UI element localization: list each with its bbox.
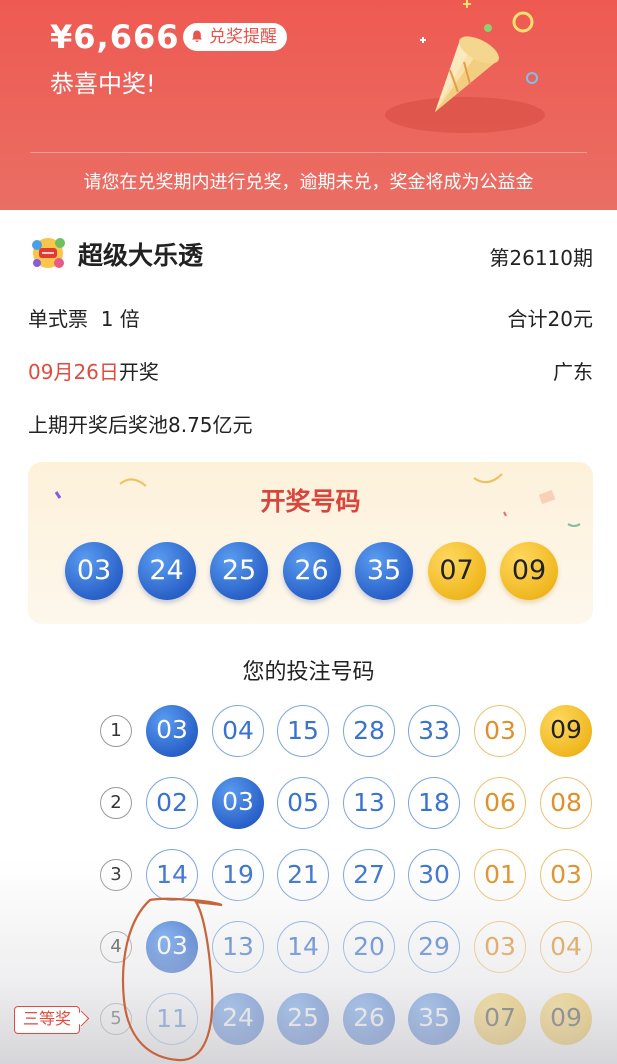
lottery-logo-icon <box>32 238 65 268</box>
my-picks-title: 您的投注号码 <box>242 660 375 685</box>
pick-front-ball: 02 <box>146 777 198 829</box>
pick-front-ball: 14 <box>146 849 198 901</box>
prize-level-tag: 三等奖 <box>14 1006 81 1034</box>
pick-front-ball: 21 <box>277 849 329 901</box>
pick-front-ball: 20 <box>343 921 395 973</box>
pick-front-ball: 19 <box>212 849 264 901</box>
pick-index: 4 <box>100 931 132 963</box>
pick-index: 2 <box>100 787 132 819</box>
pick-front-ball: 29 <box>408 921 460 973</box>
prize-amount: ¥6,666 <box>50 18 180 56</box>
issue-number: 第26110期 <box>489 246 593 270</box>
pick-front-ball: 28 <box>343 705 395 757</box>
pick-back-ball: 08 <box>540 777 592 829</box>
pick-front-ball: 03 <box>146 921 198 973</box>
prize-header: ¥6,666 兑奖提醒 恭喜中奖! 请您在兑奖期内进行兑奖，逾期未兑，奖金将成为… <box>0 0 617 210</box>
draw-date: 09月26日 <box>28 360 119 384</box>
draw-front-ball: 03 <box>65 542 123 600</box>
pick-back-ball: 01 <box>474 849 526 901</box>
party-popper-icon <box>385 0 545 133</box>
draw-front-ball: 24 <box>137 542 196 600</box>
pick-back-ball: 06 <box>474 777 526 829</box>
pick-front-ball: 24 <box>212 993 264 1045</box>
ticket-total: 合计20元 <box>507 307 593 331</box>
pick-front-ball: 35 <box>408 993 460 1045</box>
pick-back-ball: 09 <box>540 705 592 757</box>
congrats-text: 恭喜中奖! <box>50 70 156 98</box>
draw-front-ball: 35 <box>355 542 413 600</box>
draw-back-ball: 07 <box>427 542 486 600</box>
prize-pool: 上期开奖后奖池8.75亿元 <box>28 413 253 437</box>
claim-notice: 请您在兑奖期内进行兑奖，逾期未兑，奖金将成为公益金 <box>83 172 534 193</box>
pick-front-ball: 15 <box>277 705 329 757</box>
draw-back-ball: 09 <box>500 542 558 600</box>
draw-front-ball: 26 <box>282 542 341 600</box>
pick-index: 1 <box>100 715 132 747</box>
pick-front-ball: 14 <box>277 921 329 973</box>
pick-index: 3 <box>100 859 132 891</box>
ticket-type-row: 单式票 1 倍 合计20元 <box>28 303 593 332</box>
pick-front-ball: 30 <box>408 849 460 901</box>
draw-front-ball: 25 <box>210 542 268 600</box>
bell-icon <box>192 30 202 42</box>
ticket-type: 单式票 1 倍 <box>28 307 140 331</box>
claim-reminder-button[interactable]: 兑奖提醒 <box>183 23 287 51</box>
pool-row: 上期开奖后奖池8.75亿元 <box>28 409 593 438</box>
pick-front-ball: 04 <box>212 705 264 757</box>
pick-back-ball: 03 <box>474 921 526 973</box>
pick-front-ball: 05 <box>277 777 329 829</box>
draw-label: 开奖 <box>118 360 159 384</box>
pick-front-ball: 03 <box>212 777 264 829</box>
pick-back-ball: 03 <box>474 705 526 757</box>
draw-numbers-title: 开奖号码 <box>260 487 361 516</box>
pick-front-ball: 27 <box>343 849 395 901</box>
draw-numbers-card: 开奖号码 03 24 25 26 35 07 09 <box>28 462 593 624</box>
pick-front-ball: 13 <box>212 921 264 973</box>
lottery-name: 超级大乐透 <box>78 241 204 270</box>
pick-back-ball: 09 <box>540 993 592 1045</box>
region: 广东 <box>553 360 593 384</box>
pick-front-ball: 11 <box>146 993 198 1045</box>
pick-front-ball: 26 <box>343 993 395 1045</box>
pick-back-ball: 07 <box>474 993 526 1045</box>
pick-front-ball: 03 <box>146 705 198 757</box>
pick-front-ball: 25 <box>277 993 329 1045</box>
pick-index: 5 <box>100 1003 132 1035</box>
pick-front-ball: 13 <box>343 777 395 829</box>
pick-back-ball: 03 <box>540 849 592 901</box>
draw-date-row: 09月26日开奖 广东 <box>28 356 593 385</box>
pick-front-ball: 18 <box>408 777 460 829</box>
claim-reminder-label: 兑奖提醒 <box>209 27 277 47</box>
divider <box>30 152 587 153</box>
pick-front-ball: 33 <box>408 705 460 757</box>
pick-back-ball: 04 <box>540 921 592 973</box>
